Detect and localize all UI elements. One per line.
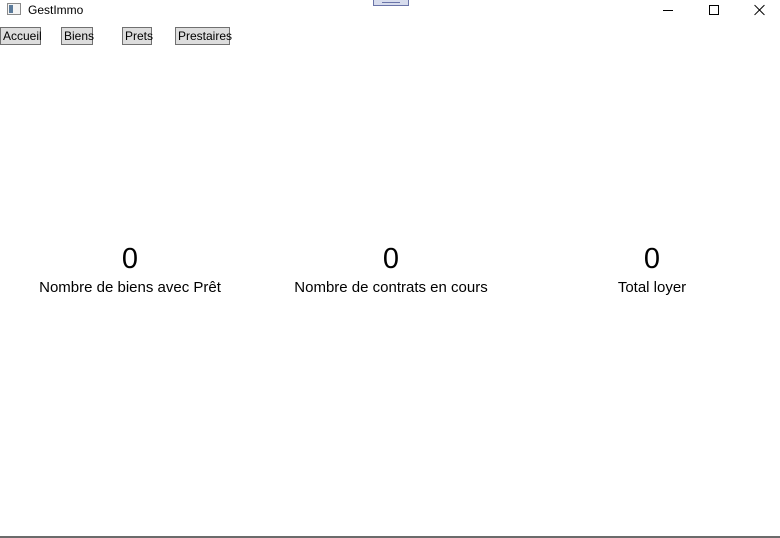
drag-handle[interactable] <box>373 0 409 6</box>
stat-value: 0 <box>643 243 661 275</box>
title-bar[interactable]: GestImmo <box>0 0 780 20</box>
window-title: GestImmo <box>28 3 84 17</box>
close-icon <box>754 4 766 16</box>
stat-contrats-en-cours: 0 Nombre de contrats en cours <box>261 241 521 298</box>
prestaires-button[interactable]: Prestaires <box>175 27 232 45</box>
maximize-button[interactable] <box>691 0 737 20</box>
stat-value: 0 <box>382 243 400 275</box>
stat-label: Nombre de biens avec Prêt <box>39 279 221 296</box>
stat-label: Nombre de contrats en cours <box>294 279 488 296</box>
biens-button[interactable]: Biens <box>61 27 94 45</box>
stat-label: Total loyer <box>617 279 687 296</box>
minimize-icon <box>663 9 673 11</box>
close-button[interactable] <box>737 0 780 20</box>
app-window: GestImmo Accueil Biens Prets Prestaires … <box>0 0 780 538</box>
minimize-button[interactable] <box>645 0 691 20</box>
stat-total-loyer: 0 Total loyer <box>522 241 780 298</box>
stat-biens-avec-pret: 0 Nombre de biens avec Prêt <box>0 241 260 298</box>
app-window-icon <box>7 3 21 15</box>
accueil-button[interactable]: Accueil <box>0 27 42 45</box>
prets-button[interactable]: Prets <box>122 27 153 45</box>
maximize-icon <box>709 5 719 15</box>
stat-value: 0 <box>121 243 139 275</box>
